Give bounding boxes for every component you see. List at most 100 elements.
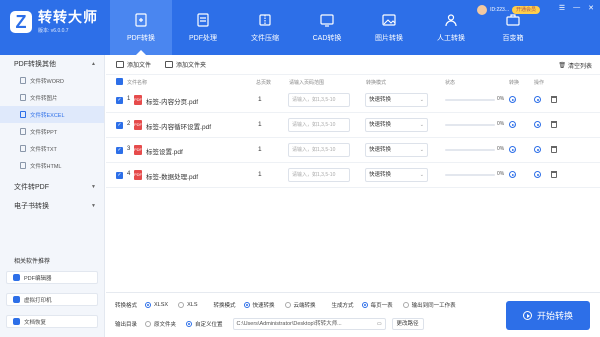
- format-xls-radio[interactable]: XLS: [178, 302, 198, 308]
- convert-mode-select[interactable]: 快速转换 ⌄: [365, 93, 428, 107]
- table-row[interactable]: ✓ 2 PDF 标签-内容循环设置.pdf 1 请输入，如1,3,5-10 快速转换 ⌄ 0%: [106, 113, 600, 138]
- person-icon: [443, 13, 459, 27]
- delete-icon[interactable]: [551, 96, 557, 103]
- app-name: 转转大师: [38, 9, 98, 25]
- progress-bar: [445, 149, 495, 151]
- format-xlsx-radio[interactable]: XLSX: [145, 302, 168, 308]
- page-count: 1: [258, 121, 262, 128]
- sidebar-item-label: 文件转图片: [30, 95, 58, 102]
- add-file-label: 添加文件: [127, 63, 152, 69]
- start-label: 开始转换: [536, 311, 573, 321]
- mode-fast-radio[interactable]: 快速转换: [243, 301, 275, 309]
- folder-icon: [165, 61, 174, 68]
- convert-play-icon[interactable]: [509, 146, 516, 153]
- mode-value: 快速转换: [369, 147, 392, 153]
- output-custom-radio[interactable]: 自定义位置: [186, 320, 223, 328]
- close-icon[interactable]: ✕: [588, 4, 594, 12]
- row-checkbox[interactable]: ✓: [116, 122, 123, 129]
- tab-manual[interactable]: 人工转换: [420, 0, 482, 55]
- tab-pdf-process[interactable]: PDF处理: [172, 0, 234, 55]
- convert-mode-select[interactable]: 快速转换 ⌄: [365, 143, 428, 157]
- gen-same-sheet-radio[interactable]: 输出到同一工作表: [402, 301, 456, 309]
- mode-cloud-radio[interactable]: 云端转换: [284, 301, 316, 309]
- sidebar-item-ppt[interactable]: 文件转PPT: [0, 123, 104, 140]
- sidebar-group-ebook[interactable]: 电子书转换 ▼: [0, 196, 104, 215]
- tab-compress[interactable]: 文件压缩: [234, 0, 296, 55]
- option-label: 自定义位置: [195, 322, 223, 328]
- radio-selected-icon: [186, 321, 193, 327]
- radio-icon: [145, 321, 152, 327]
- row-checkbox[interactable]: ✓: [116, 172, 123, 179]
- open-folder-icon[interactable]: [534, 171, 541, 178]
- vip-badge[interactable]: 开通会员: [511, 6, 540, 14]
- group-label: 文件转PDF: [14, 183, 49, 191]
- delete-icon[interactable]: [551, 121, 557, 128]
- pdf-file-icon: PDF: [134, 120, 142, 130]
- chevron-down-icon: ▼: [91, 202, 96, 209]
- page-range-input[interactable]: 请输入，如1,3,5-10: [288, 168, 350, 182]
- table-row[interactable]: ✓ 4 PDF 标签-数据处理.pdf 1 请输入，如1,3,5-10 快速转换 ⌄ 0%: [106, 163, 600, 188]
- folder-icon[interactable]: ▭: [377, 319, 382, 329]
- menu-icon[interactable]: ☰: [559, 4, 565, 12]
- sidebar-item-excel[interactable]: 文件转EXCEL: [0, 106, 104, 123]
- header-mode: 转换模式: [366, 80, 387, 86]
- table-row[interactable]: ✓ 3 PDF 标签设置.pdf 1 请输入，如1,3,5-10 快速转换 ⌄ 0%: [106, 138, 600, 163]
- row-checkbox[interactable]: ✓: [116, 97, 123, 104]
- play-icon: [522, 311, 532, 320]
- page-count: 1: [258, 96, 262, 103]
- convert-play-icon[interactable]: [509, 96, 516, 103]
- table-row[interactable]: ✓ 1 PDF 标签-内容分页.pdf 1 请输入，如1,3,5-10 快速转换 ⌄ 0%: [106, 88, 600, 113]
- sidebar-item-html[interactable]: 文件转HTML: [0, 157, 104, 174]
- clear-list-button[interactable]: 🗑 清空列表: [558, 61, 592, 70]
- progress-bar: [445, 99, 495, 101]
- convert-mode-select[interactable]: 快速转换 ⌄: [365, 168, 428, 182]
- minimize-icon[interactable]: —: [573, 4, 580, 12]
- open-folder-icon[interactable]: [534, 96, 541, 103]
- recommend-virtual-printer[interactable]: 虚拟打印机: [6, 293, 98, 306]
- tab-label: PDF转换: [127, 34, 155, 42]
- file-name: 标签设置.pdf: [146, 149, 183, 156]
- start-convert-button[interactable]: 开始转换: [506, 301, 590, 330]
- delete-icon[interactable]: [551, 171, 557, 178]
- user-info[interactable]: ID:223... 开通会员: [477, 5, 540, 15]
- output-label: 输出目录: [115, 322, 138, 328]
- convert-play-icon[interactable]: [509, 171, 516, 178]
- select-all-checkbox[interactable]: [116, 78, 123, 85]
- gen-per-page-radio[interactable]: 每页一表: [361, 301, 393, 309]
- radio-icon: [178, 302, 185, 308]
- tab-pdf-convert[interactable]: PDF转换: [110, 0, 172, 55]
- tab-cad[interactable]: CAD转换: [296, 0, 358, 55]
- change-path-button[interactable]: 更改路径: [391, 318, 424, 330]
- toolbar: 添加文件 添加文件夹: [106, 55, 600, 75]
- sidebar-group-pdf-other[interactable]: PDF转换其他 ▲: [0, 56, 104, 72]
- printer-icon: [13, 296, 20, 303]
- delete-icon[interactable]: [551, 146, 557, 153]
- recommend-pdf-editor[interactable]: PDF编辑器: [6, 271, 98, 284]
- row-checkbox[interactable]: ✓: [116, 147, 123, 154]
- sidebar-item-image[interactable]: 文件转图片: [0, 89, 104, 106]
- file-name: 标签-内容循环设置.pdf: [146, 124, 212, 131]
- page-range-input[interactable]: 请输入，如1,3,5-10: [288, 93, 350, 107]
- recommend-doc-recovery[interactable]: 文档恢复: [6, 315, 98, 328]
- page-range-input[interactable]: 请输入，如1,3,5-10: [288, 118, 350, 132]
- output-original-radio[interactable]: 原文件夹: [145, 320, 176, 328]
- open-folder-icon[interactable]: [534, 146, 541, 153]
- pdf-file-icon: PDF: [134, 170, 142, 180]
- convert-mode-select[interactable]: 快速转换 ⌄: [365, 118, 428, 132]
- sidebar-group-to-pdf[interactable]: 文件转PDF ▼: [0, 177, 104, 196]
- sidebar-item-txt[interactable]: 文件转TXT: [0, 140, 104, 157]
- cad-icon: [319, 13, 335, 27]
- page-range-input[interactable]: 请输入，如1,3,5-10: [288, 143, 350, 157]
- sidebar-item-word[interactable]: 文件转WORD: [0, 72, 104, 89]
- tab-image[interactable]: 图片转换: [358, 0, 420, 55]
- recommend-label: 虚拟打印机: [24, 297, 52, 304]
- sidebar: PDF转换其他 ▲ 文件转WORD 文件转图片 文件转EXCEL 文件转PPT …: [0, 55, 105, 337]
- format-label: 转换格式: [115, 303, 138, 309]
- sidebar-item-label: 文件转EXCEL: [30, 112, 65, 119]
- convert-play-icon[interactable]: [509, 121, 516, 128]
- pdf-file-icon: PDF: [134, 145, 142, 155]
- add-file-button[interactable]: 添加文件: [116, 60, 151, 69]
- output-path-field[interactable]: C:\Users\Administrator\Desktop\转转大师... ▭: [232, 318, 386, 330]
- open-folder-icon[interactable]: [534, 121, 541, 128]
- add-folder-button[interactable]: 添加文件夹: [165, 60, 206, 69]
